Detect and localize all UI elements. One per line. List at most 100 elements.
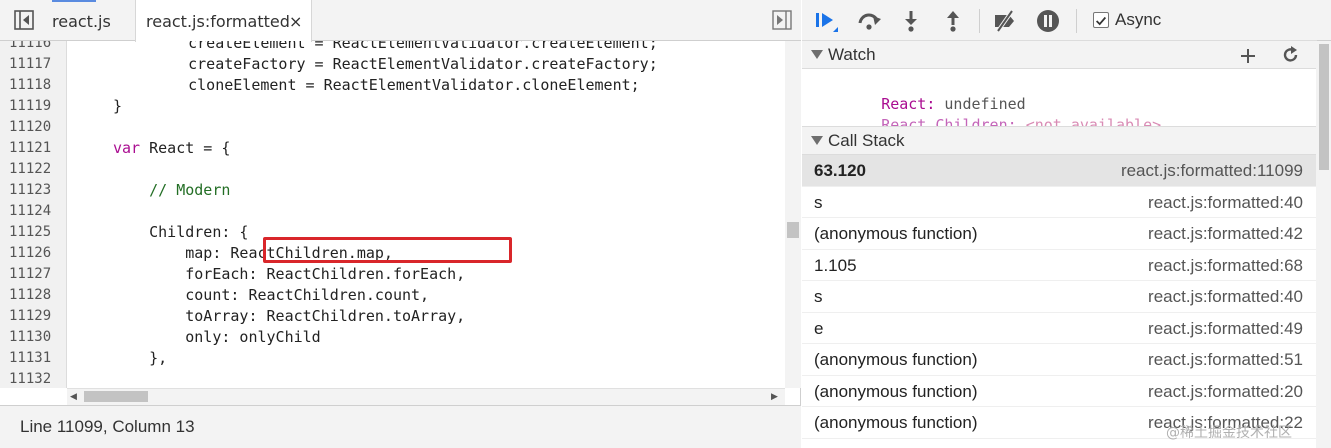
tab-label: react.js:formatted: [146, 12, 290, 31]
expand-triangle-icon: [811, 136, 823, 145]
toggle-debugger-icon[interactable]: [772, 10, 792, 30]
editor-tab-bar: react.js react.js:formatted ×: [0, 0, 801, 42]
code-text: Children: {: [113, 223, 249, 241]
editor-status-bar: Line 11099, Column 13: [0, 405, 801, 448]
line-number[interactable]: 11130: [9, 327, 63, 348]
debugger-toolbar: Async: [802, 0, 1331, 41]
annotation-highlight-box: [263, 237, 512, 263]
step-over-icon[interactable]: [856, 8, 882, 34]
code-rest: React = {: [140, 139, 231, 157]
line-number[interactable]: 11129: [9, 306, 63, 327]
line-number[interactable]: 11119: [9, 96, 63, 117]
call-frame[interactable]: 63.120 react.js:formatted:11099: [802, 155, 1317, 187]
refresh-icon[interactable]: [1282, 46, 1300, 64]
comment: // Modern: [113, 181, 231, 199]
code-text: createElement = ReactElementValidator.cr…: [152, 41, 658, 52]
async-label: Async: [1115, 10, 1162, 29]
expand-triangle-icon: [811, 50, 823, 59]
watch-item[interactable]: React.Children: <not available>: [827, 94, 1161, 134]
line-number[interactable]: 11122: [9, 159, 63, 180]
call-stack-title: Call Stack: [828, 131, 905, 150]
line-number[interactable]: 11132: [9, 369, 63, 388]
toggle-navigator-icon[interactable]: [14, 10, 34, 30]
code-text: toArray: ReactChildren.toArray,: [113, 307, 466, 325]
source-pane: react.js react.js:formatted × 11116 crea…: [0, 0, 801, 448]
editor-vertical-scroll-thumb[interactable]: [787, 222, 799, 238]
code-editor[interactable]: 11116 createElement = ReactElementValida…: [0, 41, 785, 388]
frame-location[interactable]: react.js:formatted:51: [1148, 350, 1303, 370]
line-number[interactable]: 11126: [9, 243, 63, 264]
code-text: // Modern: [113, 180, 230, 201]
call-frame[interactable]: (anonymous function) react.js:formatted:4…: [802, 218, 1317, 250]
call-frame[interactable]: (anonymous function) react.js:formatted:5…: [802, 344, 1317, 376]
line-number[interactable]: 11117: [9, 54, 63, 75]
line-number[interactable]: 11118: [9, 75, 63, 96]
line-number[interactable]: 11123: [9, 180, 63, 201]
watch-section-header[interactable]: Watch: [802, 40, 1317, 69]
frame-location[interactable]: react.js:formatted:11099: [1121, 161, 1303, 181]
watch-expressions: React: undefined React.Children: <not av…: [802, 70, 1317, 134]
frame-location[interactable]: react.js:formatted:40: [1148, 287, 1303, 307]
close-tab-icon[interactable]: ×: [289, 0, 302, 43]
call-frame[interactable]: e react.js:formatted:49: [802, 313, 1317, 344]
code-text: createFactory = ReactElementValidator.cr…: [152, 55, 658, 73]
toolbar-separator: [979, 9, 980, 33]
code-text: only: onlyChild: [113, 328, 321, 346]
line-number[interactable]: 11120: [9, 117, 63, 138]
step-into-icon[interactable]: [898, 8, 924, 34]
call-stack-section-header[interactable]: Call Stack: [802, 126, 1317, 155]
frame-location[interactable]: react.js:formatted:20: [1148, 382, 1303, 402]
async-checkbox[interactable]: [1093, 12, 1109, 28]
frame-location[interactable]: react.js:formatted:42: [1148, 224, 1303, 244]
line-number[interactable]: 11124: [9, 201, 63, 222]
code-text: cloneElement = ReactElementValidator.clo…: [152, 76, 640, 94]
frame-function-name: (anonymous function): [814, 224, 978, 243]
cursor-position: Line 11099, Column 13: [20, 417, 195, 436]
code-text: count: ReactChildren.count,: [113, 286, 430, 304]
watch-title: Watch: [828, 45, 876, 64]
frame-function-name: 63.120: [814, 161, 866, 180]
tab-react-js[interactable]: react.js: [40, 0, 134, 41]
add-expression-icon[interactable]: [1239, 47, 1257, 65]
line-number[interactable]: 11121: [9, 138, 63, 159]
frame-function-name: 1.105: [814, 255, 857, 275]
code-text: },: [113, 349, 168, 367]
checkmark-icon: [1096, 16, 1107, 26]
frame-function-name: s: [814, 192, 823, 212]
frame-location[interactable]: react.js:formatted:49: [1148, 319, 1303, 339]
scroll-left-icon[interactable]: ◀: [70, 392, 77, 402]
code-text: forEach: ReactChildren.forEach,: [113, 265, 466, 283]
frame-function-name: (anonymous function): [814, 413, 978, 432]
call-frame[interactable]: s react.js:formatted:40: [802, 281, 1317, 313]
frame-function-name: s: [814, 287, 823, 306]
call-stack-list: 63.120 react.js:formatted:11099 s react.js:…: [802, 155, 1317, 448]
pause-on-exceptions-icon[interactable]: [1035, 8, 1061, 34]
step-out-icon[interactable]: [940, 8, 966, 34]
tab-label: react.js: [52, 12, 111, 31]
line-number[interactable]: 11125: [9, 222, 63, 243]
line-number[interactable]: 11127: [9, 264, 63, 285]
code-text: var React = {: [113, 138, 230, 159]
frame-function-name: (anonymous function): [814, 350, 978, 369]
sidebar-vertical-scroll-thumb[interactable]: [1319, 44, 1329, 170]
tab-react-js-formatted[interactable]: react.js:formatted ×: [135, 0, 312, 42]
call-frame[interactable]: s react.js:formatted:40: [802, 187, 1317, 218]
line-number[interactable]: 11116: [9, 41, 63, 54]
editor-vertical-scrollbar[interactable]: [785, 41, 801, 388]
debugger-sidebar: Async Watch React: undefined React.Child…: [802, 0, 1331, 448]
frame-location[interactable]: react.js:formatted:68: [1148, 256, 1303, 276]
line-number[interactable]: 11131: [9, 348, 63, 369]
keyword: var: [113, 139, 141, 157]
scroll-right-icon[interactable]: ▶: [771, 392, 778, 402]
deactivate-breakpoints-icon[interactable]: [992, 8, 1018, 34]
editor-horizontal-scrollbar[interactable]: [67, 388, 785, 405]
call-frame[interactable]: 1.105 react.js:formatted:68: [802, 250, 1317, 281]
frame-location[interactable]: react.js:formatted:40: [1148, 193, 1303, 213]
watch-item[interactable]: React: undefined: [827, 73, 1026, 113]
call-frame[interactable]: (anonymous function) react.js:formatted:2…: [802, 376, 1317, 407]
editor-horizontal-scroll-thumb[interactable]: [84, 391, 148, 402]
code-text: }: [113, 97, 123, 115]
resume-icon[interactable]: [813, 8, 839, 34]
toolbar-separator: [1076, 9, 1077, 33]
line-number[interactable]: 11128: [9, 285, 63, 306]
